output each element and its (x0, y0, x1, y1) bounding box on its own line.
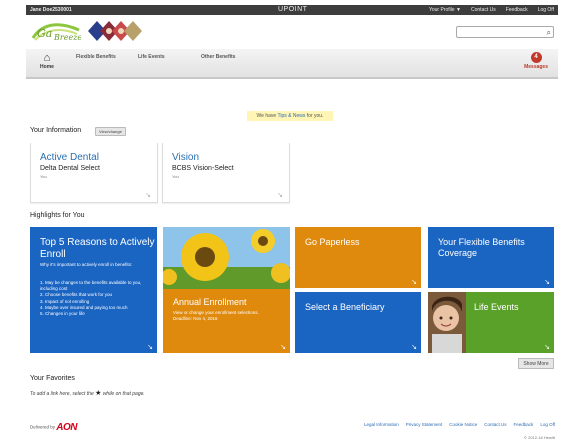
your-information-title: Your Information (30, 127, 82, 134)
svg-text:Breeze: Breeze (53, 33, 81, 42)
messages-button[interactable]: 4 Messages (524, 52, 548, 70)
header: Ga Breeze ⌕ (26, 15, 558, 49)
copyright: © 2012-16 Hewitt (524, 435, 555, 440)
nav-other-benefits[interactable]: Other Benefits (201, 54, 235, 60)
info-card-who: You (40, 174, 47, 179)
search-icon[interactable]: ⌕ (547, 28, 551, 38)
nav-home-label: Home (40, 64, 54, 70)
nav-home[interactable]: ⌂ Home (34, 52, 60, 70)
info-card-plan: Delta Dental Select (40, 165, 100, 172)
brand-name: UPOINT (278, 6, 308, 13)
footer-contact-us-link[interactable]: Contact Us (484, 422, 506, 427)
main-nav: ⌂ Home Flexible Benefits Life Events Oth… (26, 49, 558, 79)
info-card-dental[interactable]: Active Dental Delta Dental Select You ↘ (30, 143, 158, 203)
sunflower-image (163, 227, 290, 289)
notice-suffix: for you. (306, 113, 324, 119)
search-input[interactable] (457, 34, 541, 44)
user-name: Jane Doe2530001 (30, 7, 72, 13)
tile-title: Life Events (474, 302, 519, 312)
your-favorites-title: Your Favorites (30, 375, 75, 382)
expand-arrow-icon: ↘ (145, 192, 151, 199)
tile-subtitle: Why it's important to actively enroll in… (40, 262, 133, 267)
nav-life-events[interactable]: Life Events (138, 54, 165, 60)
highlights-title: Highlights for You (30, 212, 85, 219)
notice-prefix: We have (256, 113, 277, 119)
messages-count-badge: 4 (530, 52, 542, 63)
top-bar: Jane Doe2530001 UPOINT Your Profile ▼ Co… (26, 5, 558, 15)
tile-title: Top 5 Reasons to Actively Enroll (40, 237, 155, 260)
view-change-button[interactable]: View/change (95, 127, 126, 136)
tile-title: Go Paperless (305, 237, 360, 247)
tile-select-beneficiary[interactable]: Select a Beneficiary ↘ (295, 292, 421, 353)
tile-description: View or change your enrollment selection… (173, 310, 259, 321)
svg-text:Ga: Ga (37, 27, 52, 40)
tips-news-link[interactable]: Tips & News (278, 113, 306, 119)
tile-title: Select a Beneficiary (305, 302, 385, 312)
info-card-plan: BCBS Vision-Select (172, 165, 234, 172)
favorites-hint: To add a link here, select the ★ while o… (30, 389, 145, 397)
list-item: 5. Changes in your life (40, 311, 85, 317)
footer-links: Legal Information Privacy Statement Cook… (364, 422, 555, 427)
site-logo[interactable]: Ga Breeze (31, 20, 82, 44)
expand-arrow-icon: ↘ (147, 344, 153, 351)
expand-arrow-icon: ↘ (544, 279, 550, 286)
messages-label: Messages (524, 64, 548, 70)
tile-flexible-benefits-coverage[interactable]: Your Flexible Benefits Coverage ↘ (428, 227, 554, 288)
tile-title: Annual Enrollment (173, 297, 247, 307)
contact-us-link[interactable]: Contact Us (471, 7, 496, 13)
aon-logo: AON (56, 422, 78, 433)
legal-information-link[interactable]: Legal Information (364, 422, 399, 427)
cookie-notice-link[interactable]: Cookie Notice (449, 422, 477, 427)
favorites-hint-text: while on that page. (102, 391, 145, 397)
info-card-title: Vision (172, 152, 200, 163)
tile-annual-enrollment[interactable]: Annual Enrollment View or change your en… (163, 227, 290, 353)
tile-title: Your Flexible Benefits Coverage (438, 237, 525, 258)
tile-life-events[interactable]: Life Events ↘ (428, 292, 554, 353)
your-profile-link[interactable]: Your Profile ▼ (429, 7, 461, 13)
footer-feedback-link[interactable]: Feedback (514, 422, 534, 427)
tile-go-paperless[interactable]: Go Paperless ↘ (295, 227, 421, 288)
delivered-by: Delivered by AON (30, 422, 78, 433)
search-box: ⌕ (456, 26, 554, 44)
expand-arrow-icon: ↘ (544, 344, 550, 351)
feedback-link[interactable]: Feedback (506, 7, 528, 13)
tips-notice: We have Tips & News for you. (247, 111, 333, 121)
privacy-statement-link[interactable]: Privacy Statement (406, 422, 443, 427)
expand-arrow-icon: ↘ (280, 344, 286, 351)
footer-log-off-link[interactable]: Log Off (540, 422, 555, 427)
logo-diamonds-image (88, 20, 144, 42)
nav-flexible-benefits[interactable]: Flexible Benefits (76, 54, 116, 60)
delivered-by-label: Delivered by (30, 424, 56, 430)
log-off-link[interactable]: Log Off (538, 7, 554, 13)
expand-arrow-icon: ↘ (411, 344, 417, 351)
tile-top-5-reasons[interactable]: Top 5 Reasons to Actively Enroll Why it'… (30, 227, 157, 353)
expand-arrow-icon: ↘ (277, 192, 283, 199)
info-card-title: Active Dental (40, 152, 99, 163)
family-photo-image (428, 292, 466, 353)
info-card-vision[interactable]: Vision BCBS Vision-Select You ↘ (162, 143, 290, 203)
reasons-list: 1. May be changes to the benefits availa… (40, 280, 152, 317)
favorites-hint-text: To add a link here, select the (30, 391, 94, 397)
expand-arrow-icon: ↘ (411, 279, 417, 286)
home-icon: ⌂ (43, 52, 51, 64)
info-card-who: You (172, 174, 179, 179)
star-icon: ★ (95, 390, 102, 397)
list-item: 1. May be changes to the benefits availa… (40, 280, 142, 292)
top-links: Your Profile ▼ Contact Us Feedback Log O… (429, 7, 554, 13)
show-more-button[interactable]: Show More (518, 358, 554, 369)
